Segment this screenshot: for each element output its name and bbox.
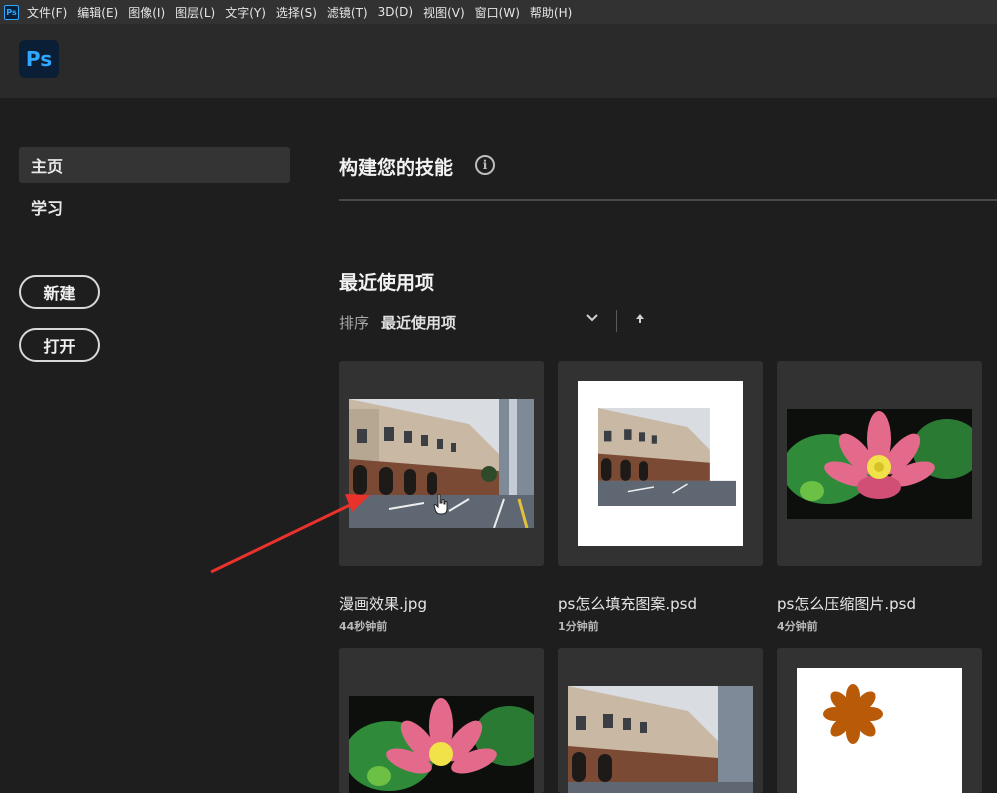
recent-file-card[interactable] [339, 648, 544, 793]
skills-title: 构建您的技能 [339, 157, 454, 179]
sort-separator [616, 310, 617, 332]
open-button[interactable]: 打开 [19, 328, 100, 362]
file-time: 4分钟前 [777, 620, 818, 633]
file-time: 44秒钟前 [339, 620, 388, 633]
file-name[interactable]: ps怎么压缩图片.psd [777, 593, 916, 614]
lotus-thumbnail [349, 696, 534, 793]
menu-window[interactable]: 窗口(W) [475, 4, 520, 21]
lotus-thumbnail [787, 409, 972, 519]
menu-edit[interactable]: 编辑(E) [77, 4, 118, 21]
recent-title: 最近使用项 [339, 272, 435, 294]
hand-cursor-icon [433, 493, 448, 515]
street-thumbnail [598, 408, 736, 506]
menu-3d[interactable]: 3D(D) [378, 5, 413, 19]
file-name[interactable]: ps怎么填充图案.psd [558, 593, 697, 614]
sort-control: 排序 最近使用项 [339, 312, 456, 332]
recent-file-card[interactable] [558, 648, 763, 793]
menu-image[interactable]: 图像(I) [128, 4, 165, 21]
sort-label: 排序 [339, 313, 370, 332]
new-button[interactable]: 新建 [19, 275, 100, 309]
sidebar-item-learn[interactable]: 学习 [19, 189, 290, 225]
sort-dropdown[interactable]: 最近使用项 [381, 312, 456, 333]
sidebar-item-home[interactable]: 主页 [19, 147, 290, 183]
menu-select[interactable]: 选择(S) [276, 4, 317, 21]
chevron-down-icon[interactable] [585, 311, 599, 325]
file-time: 1分钟前 [558, 620, 599, 633]
recent-file-card[interactable] [558, 361, 763, 566]
recent-file-card[interactable] [339, 361, 544, 566]
menu-layer[interactable]: 图层(L) [175, 4, 215, 21]
file-name[interactable]: 漫画效果.jpg [339, 593, 427, 614]
photoshop-app-icon: Ps [4, 4, 19, 20]
recent-file-card[interactable] [777, 648, 982, 793]
street-thumbnail [568, 686, 753, 793]
flower-shape-thumbnail [823, 684, 883, 744]
info-icon[interactable]: i [475, 155, 495, 175]
sidebar: 主页 学习 新建 打开 [0, 98, 305, 793]
menu-type[interactable]: 文字(Y) [225, 4, 266, 21]
menu-view[interactable]: 视图(V) [423, 4, 465, 21]
home-header: Ps [0, 24, 997, 98]
menu-bar: Ps 文件(F) 编辑(E) 图像(I) 图层(L) 文字(Y) 选择(S) 滤… [0, 0, 997, 24]
arrow-up-icon[interactable] [634, 312, 646, 324]
recent-file-card[interactable] [777, 361, 982, 566]
menu-filter[interactable]: 滤镜(T) [327, 4, 368, 21]
menu-file[interactable]: 文件(F) [27, 4, 67, 21]
photoshop-logo: Ps [19, 40, 59, 78]
menu-help[interactable]: 帮助(H) [530, 4, 572, 21]
divider [339, 199, 997, 201]
